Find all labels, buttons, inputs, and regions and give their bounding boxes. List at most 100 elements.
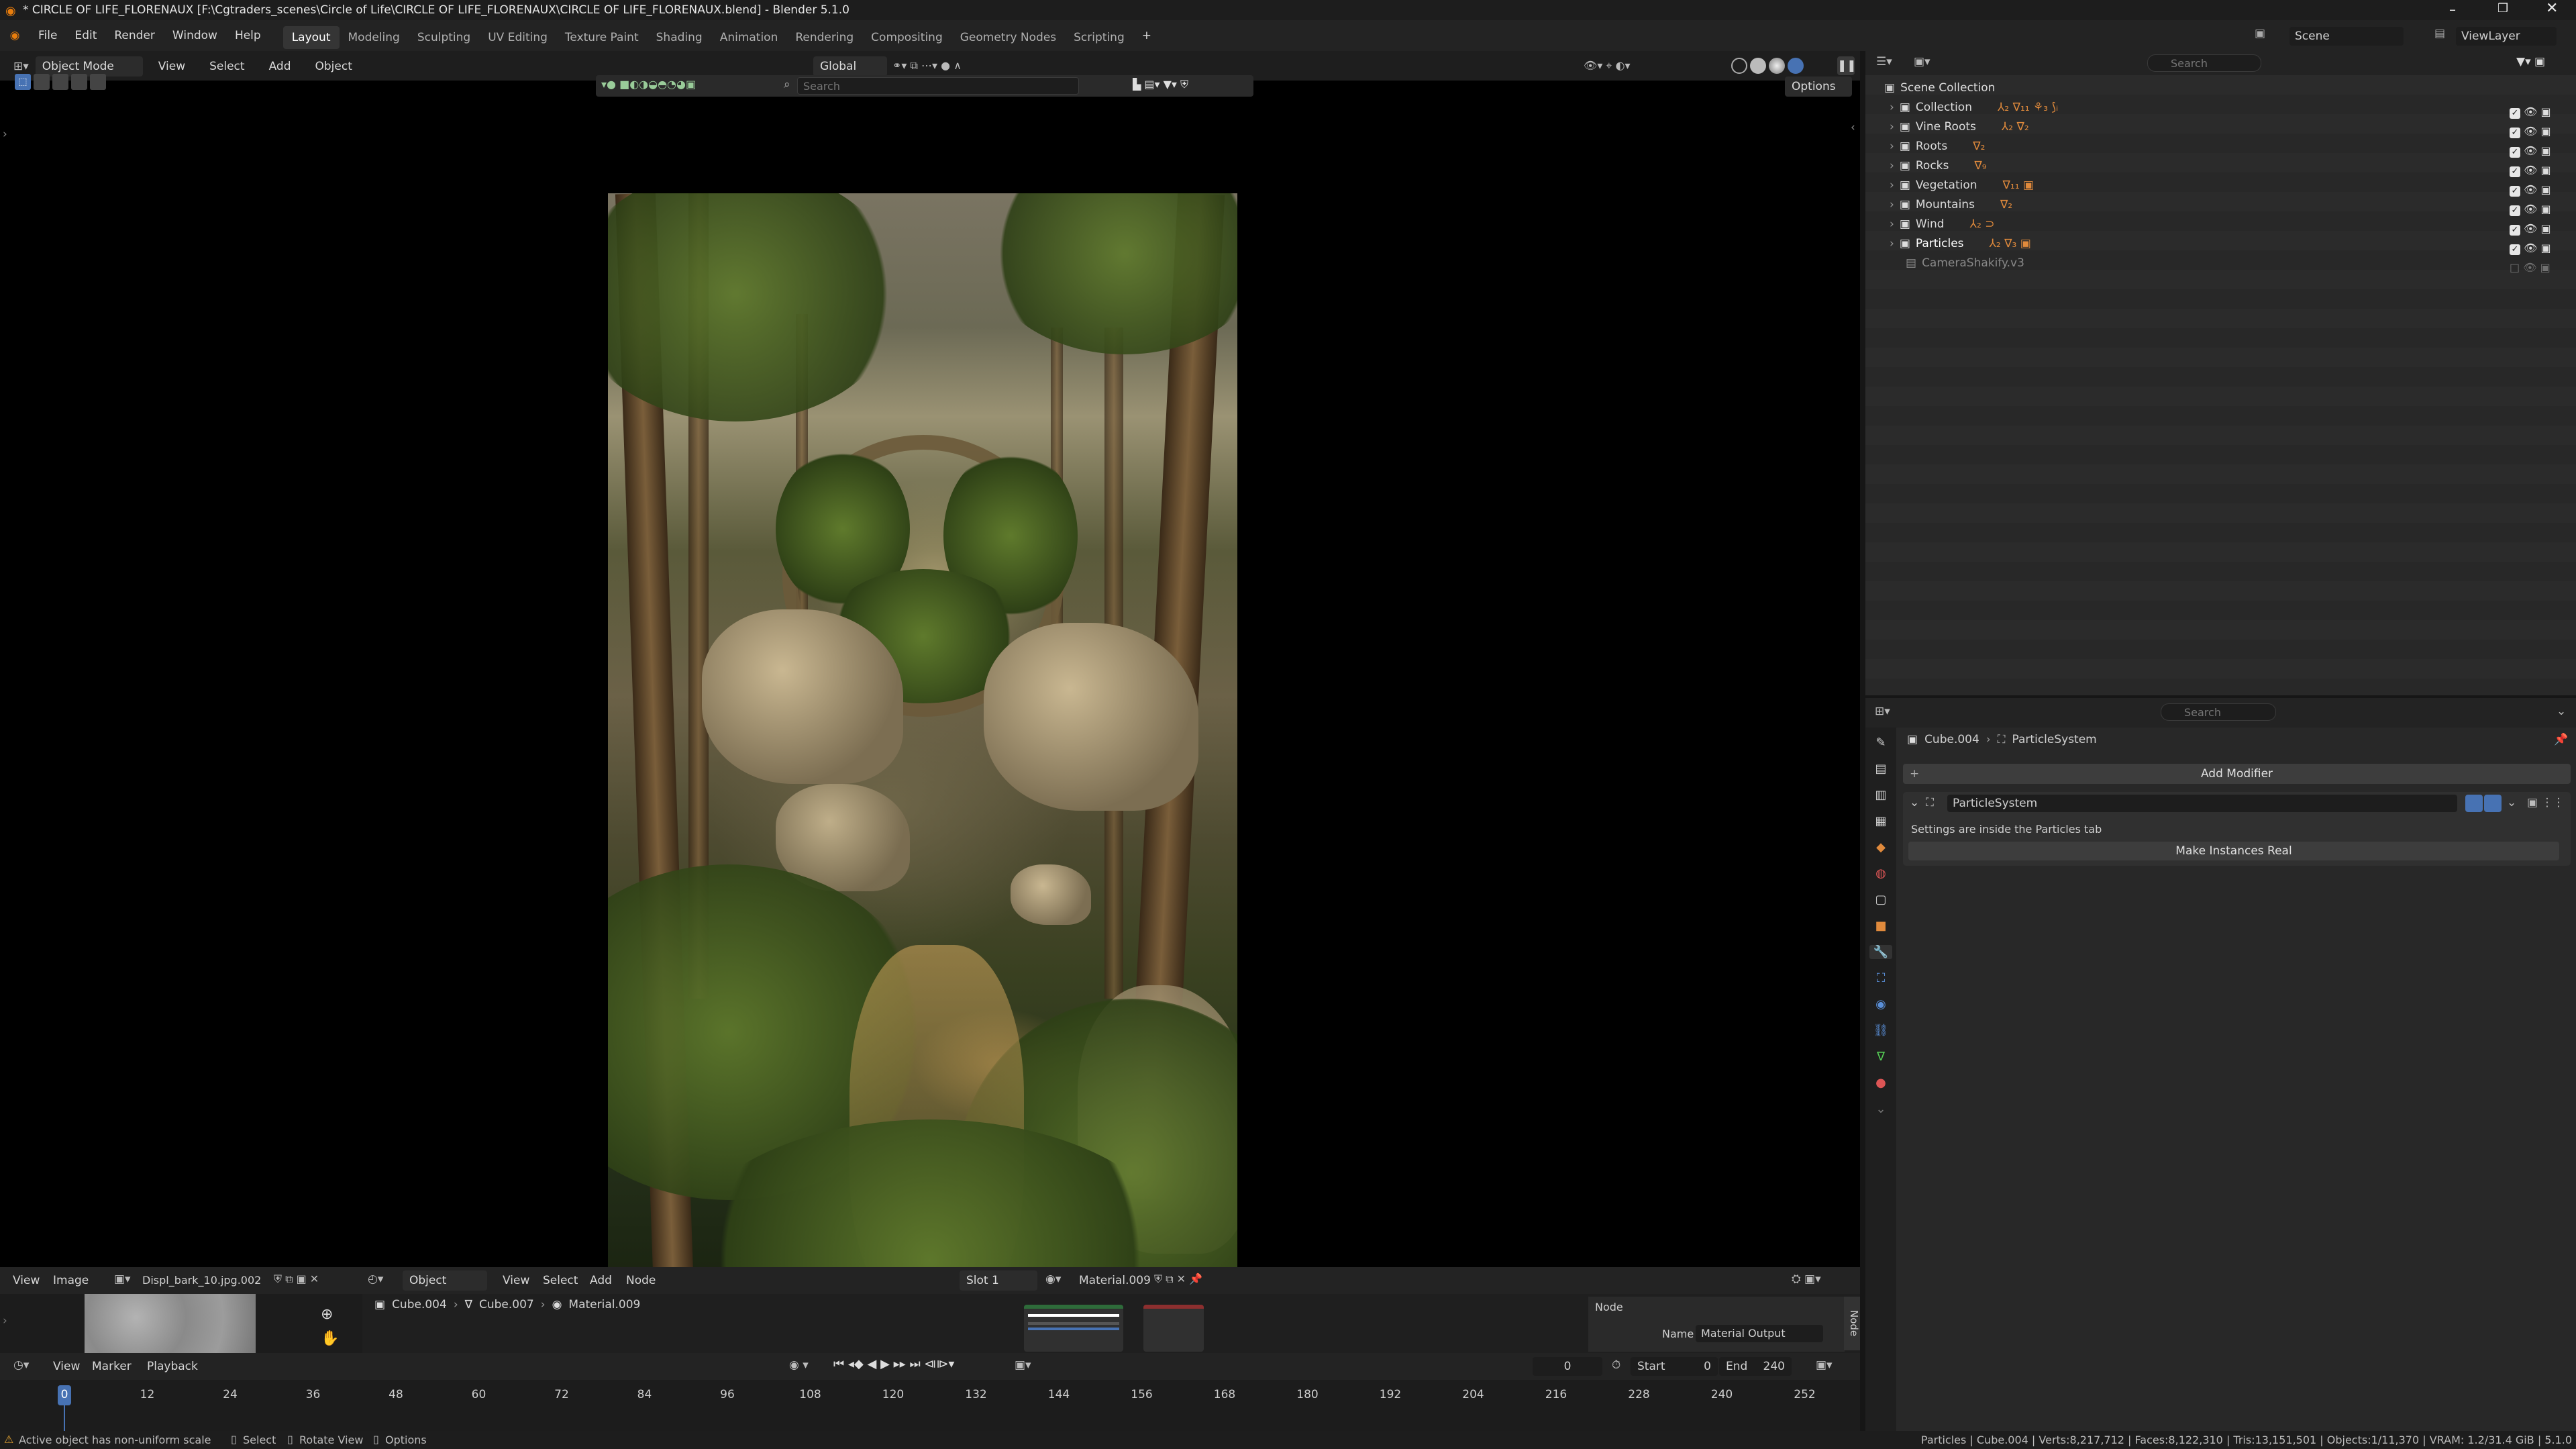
material-output-node[interactable]	[1143, 1305, 1204, 1352]
outliner-filter-icon[interactable]: ▼▾ ▣	[2516, 55, 2545, 68]
collapse-chevron-icon[interactable]: ⌄	[1910, 796, 1919, 809]
maximize-icon[interactable]: ❐	[2497, 1, 2508, 15]
select-mode-extend-icon[interactable]	[52, 74, 68, 90]
viewport-options-button[interactable]: Options	[1785, 77, 1852, 97]
scene-selector[interactable]: Scene	[2289, 27, 2404, 46]
tab-sculpting[interactable]: Sculpting	[409, 26, 479, 49]
view-layer-selector[interactable]: ViewLayer	[2456, 27, 2557, 46]
tab-texture-paint[interactable]: Texture Paint	[556, 26, 648, 49]
outliner-row-vine-roots[interactable]: › ▣ Vine Roots ⅄₂ ∇₂	[1890, 117, 2029, 136]
material-tab-icon[interactable]: ●	[1875, 1076, 1886, 1090]
tab-shading[interactable]: Shading	[648, 26, 711, 49]
object-tab-icon[interactable]: ■	[1875, 919, 1886, 933]
timeline[interactable]: ◷▾ View Marker Playback ◉ ▾ ⏮ ◂◆ ◀ ▶ ▸▸ …	[0, 1353, 1860, 1431]
tab-layout[interactable]: Layout	[282, 26, 340, 49]
outliner-row-wind[interactable]: › ▣ Wind ⅄₂ ⊃	[1890, 214, 1994, 234]
data-tab-icon[interactable]: ∇	[1877, 1050, 1885, 1064]
image-toolbar-toggle-icon[interactable]: ›	[3, 1314, 7, 1328]
pin-icon[interactable]: 📌	[2554, 733, 2568, 746]
minimize-icon[interactable]: –	[2449, 1, 2456, 17]
start-frame-field[interactable]: Start 0	[1631, 1357, 1718, 1376]
node-sidebar-tab[interactable]: Node	[1844, 1297, 1860, 1350]
image-menu-view[interactable]: View	[4, 1267, 48, 1294]
world-tab-icon[interactable]: ◍	[1875, 866, 1886, 881]
timeline-menu-view[interactable]: View	[44, 1353, 89, 1380]
visibility-toggles[interactable]: ✓ 👁 ▣ ✓ 👁 ▣ ✓ 👁 ▣ ✓ 👁 ▣ ✓ 👁 ▣ ✓ 👁 ▣ ✓ 👁 ▣ ✓ 👁 ▣…	[2510, 102, 2570, 277]
outliner-row-roots[interactable]: › ▣ Roots ∇₂	[1890, 136, 1985, 156]
properties-editor-type-icon[interactable]: ⊞▾	[1875, 705, 1890, 718]
render-search-input[interactable]	[797, 77, 1079, 95]
viewport-menu-object[interactable]: Object	[307, 56, 361, 77]
pause-render-button[interactable]: ❚❚	[1837, 56, 1857, 75]
outliner-row-camera-shakify[interactable]: ▤ CameraShakify.v3	[1906, 253, 2024, 272]
collection-tab-icon[interactable]: ▢	[1875, 893, 1886, 907]
tab-rendering[interactable]: Rendering	[786, 26, 862, 49]
show-in-viewport-toggle[interactable]	[2465, 795, 2483, 812]
toolbar-toggle-icon[interactable]: ›	[3, 128, 7, 141]
menu-window[interactable]: Window	[164, 20, 226, 51]
outliner-search-input[interactable]	[2147, 54, 2261, 72]
outliner-row-mountains[interactable]: › ▣ Mountains ∇₂	[1890, 195, 2012, 214]
shader-menu-add[interactable]: Add	[581, 1267, 621, 1294]
select-mode-invert-icon[interactable]	[90, 74, 106, 90]
material-browse-icon[interactable]: ◉▾	[1045, 1272, 1061, 1286]
tab-animation[interactable]: Animation	[711, 26, 787, 49]
tab-uv-editing[interactable]: UV Editing	[479, 26, 556, 49]
outliner-editor-type-icon[interactable]: ☰▾	[1876, 55, 1892, 68]
image-menu-image[interactable]: Image	[44, 1267, 97, 1294]
current-frame-field[interactable]: 0	[1533, 1357, 1602, 1376]
timeline-menu-playback[interactable]: Playback	[138, 1353, 207, 1380]
editor-type-icon[interactable]: ⊞▾	[13, 60, 29, 73]
modifier-tab-icon[interactable]: 🔧	[1869, 945, 1893, 959]
render-tab-icon[interactable]: ▤	[1875, 762, 1886, 776]
timeline-overlay-icon[interactable]: ▣▾	[1816, 1358, 1833, 1372]
view-layer-tab-icon[interactable]: ▦	[1875, 814, 1886, 828]
principled-bsdf-node[interactable]	[1024, 1305, 1123, 1352]
keyframe-type-icon[interactable]: ▣▾	[1015, 1358, 1031, 1372]
material-name-field[interactable]: Material.009	[1079, 1271, 1151, 1290]
select-mode-subtract-icon[interactable]	[71, 74, 87, 90]
shader-editor[interactable]: ▣ Cube.004 › ∇ Cube.007 › ◉ Material.009…	[362, 1294, 1860, 1353]
shader-editor-type-icon[interactable]: ◴▾	[368, 1272, 383, 1286]
rendered-shading-icon[interactable]	[1788, 58, 1804, 74]
shader-type-selector[interactable]: Object	[403, 1270, 487, 1291]
menu-help[interactable]: Help	[226, 20, 270, 51]
material-shading-icon[interactable]	[1769, 58, 1785, 74]
select-mode-new-icon[interactable]	[34, 74, 50, 90]
outliner-row-rocks[interactable]: › ▣ Rocks ∇₉	[1890, 156, 1987, 175]
pivot-snap-icons[interactable]: ⚭▾ ⧉ ⋯▾ ● ∧	[892, 59, 962, 72]
tab-scripting[interactable]: Scripting	[1065, 26, 1133, 49]
modifier-menu-icon[interactable]: ⌄	[2507, 796, 2516, 809]
menu-render[interactable]: Render	[105, 20, 164, 51]
output-tab-icon[interactable]: ▥	[1875, 788, 1886, 802]
auto-keying-icon[interactable]: ◉ ▾	[789, 1358, 809, 1372]
show-in-render-toggle[interactable]	[2484, 795, 2502, 812]
physics-tab-icon[interactable]: ◉	[1875, 997, 1886, 1011]
image-editor[interactable]: ⊕ ✋ ›	[0, 1294, 362, 1353]
shader-menu-node[interactable]: Node	[617, 1267, 664, 1294]
transform-orientation[interactable]: Global	[813, 56, 887, 77]
render-pass-icons[interactable]: ▾● ■◐◑◒◓◔◕▣	[601, 78, 696, 91]
tab-modeling[interactable]: Modeling	[340, 26, 409, 49]
shader-overlay-icons[interactable]: ⛭ ▣▾	[1792, 1272, 1821, 1286]
scene-icon[interactable]: ▣	[2255, 27, 2265, 40]
make-instances-real-button[interactable]: Make Instances Real	[1908, 842, 2559, 860]
tab-compositing[interactable]: Compositing	[862, 26, 951, 49]
outliner-row-vegetation[interactable]: › ▣ Vegetation ∇₁₁ ▣	[1890, 175, 2034, 195]
image-browse-icon[interactable]: ▣▾	[114, 1272, 131, 1286]
menu-edit[interactable]: Edit	[66, 20, 105, 51]
modifier-extra-icon[interactable]: ▣ ⋮⋮	[2527, 796, 2564, 809]
timeline-editor-type-icon[interactable]: ◷▾	[13, 1358, 29, 1372]
end-frame-field[interactable]: End 240	[1719, 1357, 1792, 1376]
zoom-icon[interactable]: ⊕	[321, 1306, 333, 1323]
add-workspace-icon[interactable]: +	[1133, 20, 1160, 51]
outliner-row-collection[interactable]: › ▣ Collection ⅄₂ ∇₁₁ ⚘₃ ⟆ᵢ	[1890, 97, 2058, 117]
properties-search-input[interactable]	[2161, 703, 2276, 721]
properties-options-icon[interactable]: ⌄	[2557, 705, 2566, 718]
viewport-menu-view[interactable]: View	[150, 56, 194, 77]
playback-controls[interactable]: ⏮ ◂◆ ◀ ▶ ▸▸ ⏭ ⧏⧐▾	[833, 1357, 954, 1371]
tabs-more-icon[interactable]: ⌄	[1875, 1102, 1886, 1116]
viewport-menu-select[interactable]: Select	[201, 56, 253, 77]
close-icon[interactable]: ✕	[2546, 0, 2558, 17]
modifier-name-field[interactable]: ParticleSystem	[1947, 795, 2457, 812]
